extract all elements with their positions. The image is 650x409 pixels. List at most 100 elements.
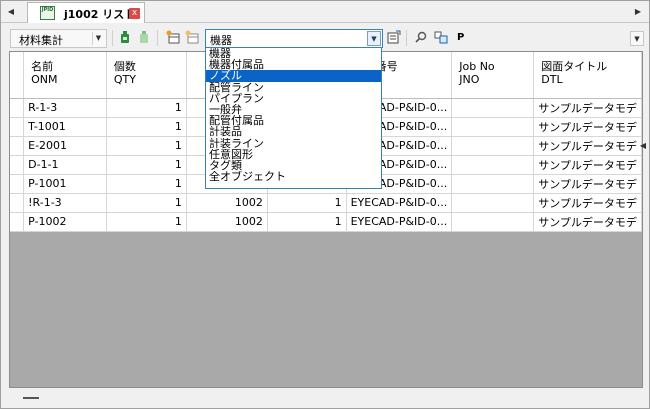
column-header-qty[interactable]: 個数 QTY xyxy=(106,52,187,99)
row-header[interactable] xyxy=(10,98,25,118)
column-header-jno[interactable]: Job No JNO xyxy=(451,52,535,99)
row-header[interactable] xyxy=(10,117,25,137)
cell-jno[interactable] xyxy=(451,174,535,194)
table-add-icon xyxy=(166,30,180,44)
cell-dtl[interactable]: サンプルデータモデ xyxy=(533,174,642,194)
chevron-down-icon: ▼ xyxy=(634,35,640,43)
replace-icon xyxy=(434,31,448,44)
cell-dtl[interactable]: サンプルデータモデ xyxy=(533,117,642,137)
dropdown-option[interactable]: 配管付属品 xyxy=(206,115,381,126)
row-header[interactable] xyxy=(10,193,25,213)
table-remove-icon xyxy=(185,30,199,44)
scroll-right-marker-icon[interactable]: ◀ xyxy=(640,141,646,150)
dropdown-option[interactable]: タグ類 xyxy=(206,160,381,171)
cell-name[interactable]: !R-1-3 xyxy=(23,193,107,213)
cell-qty[interactable]: 1 xyxy=(106,193,187,213)
export-light-button[interactable] xyxy=(136,30,152,46)
mode-select-value: 材料集計 xyxy=(19,34,63,47)
category-dropdown-list: 機器 機器付属品 ノズル 配管ライン パイプラン 一般弁 配管付属品 計装品 計… xyxy=(205,47,382,189)
dropdown-option[interactable]: 全オブジェクト xyxy=(206,171,381,182)
status-bar xyxy=(9,390,643,406)
tab-title: j1002 リスト xyxy=(64,8,136,21)
toolbar-divider xyxy=(112,30,113,46)
tab-scroll-left-button[interactable]: ◀ xyxy=(4,4,18,19)
cell-dtl[interactable]: サンプルデータモデ xyxy=(533,155,642,175)
cell-col4[interactable]: 1 xyxy=(267,193,347,213)
cell-qty[interactable]: 1 xyxy=(106,117,187,137)
close-icon: x xyxy=(131,8,138,18)
refresh-list-button[interactable] xyxy=(386,30,402,46)
chevron-right-icon: ▶ xyxy=(634,7,642,16)
cell-qty[interactable]: 1 xyxy=(106,174,187,194)
cell-dtl[interactable]: サンプルデータモデ xyxy=(533,98,642,118)
pid-document-icon: JPID xyxy=(40,6,55,20)
dropdown-option[interactable]: パイプラン xyxy=(206,93,381,104)
cell-name[interactable]: E-2001 xyxy=(23,136,107,156)
cell-jno[interactable] xyxy=(451,193,535,213)
cell-col3[interactable]: 1002 xyxy=(186,212,268,232)
row-header[interactable] xyxy=(10,155,25,175)
property-label[interactable]: P xyxy=(457,32,464,43)
dropdown-option[interactable]: 計装品 xyxy=(206,126,381,137)
cell-dtl[interactable]: サンプルデータモデ xyxy=(533,136,642,156)
cell-dno[interactable]: EYECAD-P&ID-0... xyxy=(346,193,453,213)
cell-jno[interactable] xyxy=(451,136,535,156)
cell-jno[interactable] xyxy=(451,98,535,118)
row-header[interactable] xyxy=(10,212,25,232)
list-refresh-icon xyxy=(387,30,401,44)
cell-name[interactable]: R-1-3 xyxy=(23,98,107,118)
cell-qty[interactable]: 1 xyxy=(106,98,187,118)
row-header-corner[interactable] xyxy=(10,52,25,99)
cell-name[interactable]: T-1001 xyxy=(23,117,107,137)
table-row[interactable]: P-1002 1 1002 1 EYECAD-P&ID-0... サンプルデータ… xyxy=(10,212,642,232)
export-green-button[interactable] xyxy=(117,30,133,46)
mode-select[interactable]: 材料集計 ▼ xyxy=(10,29,107,48)
chevron-down-icon: ▼ xyxy=(92,32,104,45)
cell-dno[interactable]: EYECAD-P&ID-0... xyxy=(346,212,453,232)
dropdown-option[interactable]: 機器 xyxy=(206,48,381,59)
remove-column-button[interactable] xyxy=(184,30,200,46)
minimize-icon[interactable] xyxy=(23,397,39,399)
cell-qty[interactable]: 1 xyxy=(106,212,187,232)
bottle-green-icon xyxy=(121,31,129,43)
column-header-dtl[interactable]: 図面タイトル DTL xyxy=(533,52,642,99)
table-row[interactable]: !R-1-3 1 1002 1 EYECAD-P&ID-0... サンプルデータ… xyxy=(10,193,642,213)
toolbar-divider xyxy=(406,30,407,46)
cell-col3[interactable]: 1002 xyxy=(186,193,268,213)
column-header-name[interactable]: 名前 ONM xyxy=(23,52,107,99)
list-window: ◀ JPID j1002 リスト x ▶ 材料集計 ▼ 機器 ▼ P ▼ 名前 … xyxy=(0,0,650,409)
cell-qty[interactable]: 1 xyxy=(106,136,187,156)
replace-button[interactable] xyxy=(433,30,449,46)
add-column-button[interactable] xyxy=(165,30,181,46)
cell-col4[interactable]: 1 xyxy=(267,212,347,232)
chevron-down-icon: ▼ xyxy=(367,31,381,46)
find-button[interactable] xyxy=(413,30,429,46)
tab-j1002-list[interactable]: JPID j1002 リスト x xyxy=(27,2,145,23)
bottle-gray-icon xyxy=(140,31,148,43)
dropdown-option[interactable]: 計装ライン xyxy=(206,138,381,149)
chevron-left-icon: ◀ xyxy=(7,7,15,16)
toolbar-divider xyxy=(157,30,158,46)
dropdown-option-selected[interactable]: ノズル xyxy=(206,70,381,82)
dropdown-option[interactable]: 任意図形 xyxy=(206,149,381,160)
cell-jno[interactable] xyxy=(451,117,535,137)
dropdown-option[interactable]: 一般弁 xyxy=(206,104,381,115)
cell-jno[interactable] xyxy=(451,155,535,175)
row-header[interactable] xyxy=(10,136,25,156)
search-icon xyxy=(415,31,427,43)
dropdown-option[interactable]: 機器付属品 xyxy=(206,59,381,70)
cell-name[interactable]: P-1002 xyxy=(23,212,107,232)
tab-scroll-right-button[interactable]: ▶ xyxy=(631,4,645,19)
category-select[interactable]: 機器 ▼ xyxy=(205,29,383,48)
cell-qty[interactable]: 1 xyxy=(106,155,187,175)
toolbar-options-button[interactable]: ▼ xyxy=(630,31,644,46)
close-tab-button[interactable]: x xyxy=(129,8,140,19)
cell-dtl[interactable]: サンプルデータモデ xyxy=(533,193,642,213)
cell-name[interactable]: P-1001 xyxy=(23,174,107,194)
dropdown-option[interactable]: 配管ライン xyxy=(206,82,381,93)
cell-jno[interactable] xyxy=(451,212,535,232)
cell-dtl[interactable]: サンプルデータモデ xyxy=(533,212,642,232)
row-header[interactable] xyxy=(10,174,25,194)
category-select-value: 機器 xyxy=(210,34,232,47)
cell-name[interactable]: D-1-1 xyxy=(23,155,107,175)
